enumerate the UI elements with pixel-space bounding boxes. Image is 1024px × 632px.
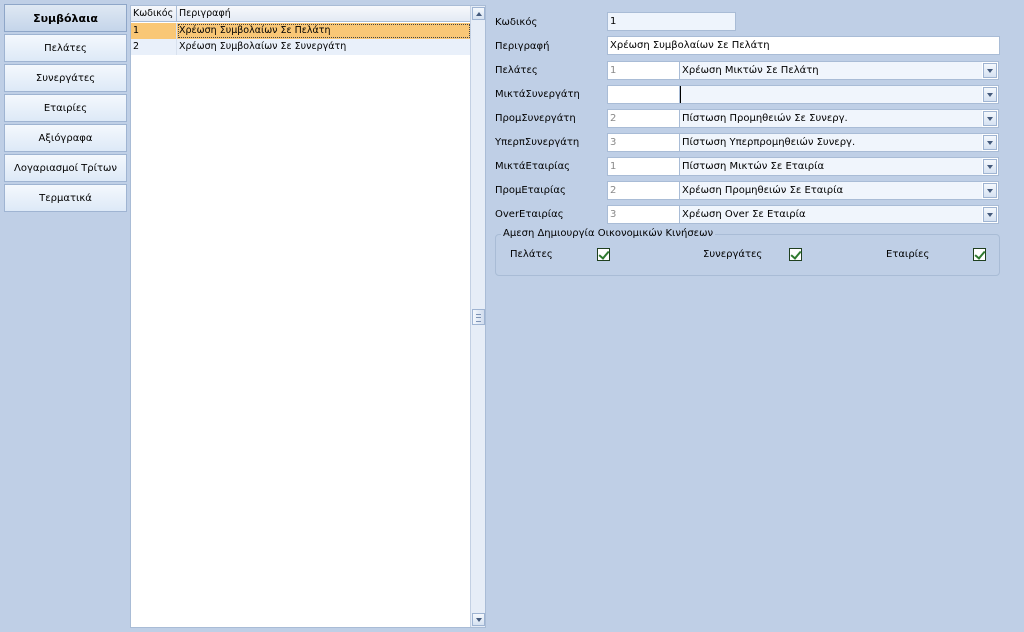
grid-header: Κωδικός Περιγραφή (131, 6, 471, 22)
records-grid: Κωδικός Περιγραφή 1 Χρέωση Συμβολαίων Σε… (130, 5, 486, 628)
scroll-down-icon[interactable] (472, 613, 485, 626)
combo-text: Χρέωση Μικτών Σε Πελάτη (680, 62, 982, 79)
column-header-code[interactable]: Κωδικός (131, 6, 177, 22)
column-header-description[interactable]: Περιγραφή (177, 6, 471, 22)
check-customers[interactable] (597, 248, 610, 261)
combo-text: Χρέωση Over Σε Εταιρία (680, 206, 982, 223)
combo-text: Χρέωση Προμηθειών Σε Εταιρία (680, 182, 982, 199)
mixed-partner-label: ΜικτάΣυνεργάτη (495, 89, 580, 100)
cell-description: Χρέωση Συμβολαίων Σε Πελάτη (177, 23, 471, 39)
commission-company-combo[interactable]: 2 Χρέωση Προμηθειών Σε Εταιρία (607, 181, 999, 200)
chevron-down-icon[interactable] (983, 87, 997, 102)
chevron-down-icon[interactable] (983, 135, 997, 150)
customers-label: Πελάτες (495, 65, 538, 76)
nav-partners[interactable]: Συνεργάτες (4, 64, 127, 92)
nav-securities[interactable]: Αξιόγραφα (4, 124, 127, 152)
nav-companies[interactable]: Εταιρίες (4, 94, 127, 122)
chevron-down-icon[interactable] (983, 159, 997, 174)
mixed-company-label: ΜικτάΕταιρίας (495, 161, 571, 172)
code-field[interactable]: 1 (607, 12, 736, 31)
commission-company-label: ΠρομΕταιρίας (495, 185, 566, 196)
table-row[interactable]: 2 Χρέωση Συμβολαίων Σε Συνεργάτη (131, 39, 471, 55)
chevron-down-icon[interactable] (983, 63, 997, 78)
commission-partner-label: ΠρομΣυνεργάτη (495, 113, 576, 124)
over-commission-partner-label: ΥπερπΣυνεργάτη (495, 137, 580, 148)
combo-code[interactable]: 1 (608, 158, 680, 175)
over-company-combo[interactable]: 3 Χρέωση Over Σε Εταιρία (607, 205, 999, 224)
mixed-company-combo[interactable]: 1 Πίστωση Μικτών Σε Εταιρία (607, 157, 999, 176)
table-row[interactable]: 1 Χρέωση Συμβολαίων Σε Πελάτη (131, 23, 471, 39)
vertical-scrollbar[interactable] (470, 6, 485, 627)
scroll-up-icon[interactable] (472, 7, 485, 20)
chevron-down-icon[interactable] (983, 207, 997, 222)
chevron-down-icon[interactable] (983, 111, 997, 126)
commission-partner-combo[interactable]: 2 Πίστωση Προμηθειών Σε Συνεργ. (607, 109, 999, 128)
combo-code[interactable]: 2 (608, 110, 680, 127)
check-partners-label: Συνεργάτες (703, 249, 763, 260)
nav-third-party-accounts[interactable]: Λογαριασμοί Τρίτων (4, 154, 127, 182)
check-companies-label: Εταιρίες (886, 249, 930, 260)
description-label: Περιγραφή (495, 41, 550, 52)
over-commission-partner-combo[interactable]: 3 Πίστωση Υπερπρομηθειών Συνεργ. (607, 133, 999, 152)
combo-text (680, 86, 982, 103)
code-label: Κωδικός (495, 17, 538, 28)
navigation-panel: Συμβόλαια Πελάτες Συνεργάτες Εταιρίες Αξ… (0, 0, 130, 632)
over-company-label: OverΕταιρίας (495, 209, 564, 220)
combo-code[interactable] (608, 86, 680, 103)
combo-text: Πίστωση Μικτών Σε Εταιρία (680, 158, 982, 175)
group-title: Αμεση Δημιουργία Οικονομικών Κινήσεων (501, 228, 716, 239)
nav-customers[interactable]: Πελάτες (4, 34, 127, 62)
customers-combo[interactable]: 1 Χρέωση Μικτών Σε Πελάτη (607, 61, 999, 80)
cell-description: Χρέωση Συμβολαίων Σε Συνεργάτη (177, 39, 471, 55)
check-customers-label: Πελάτες (510, 249, 553, 260)
mixed-partner-combo[interactable] (607, 85, 999, 104)
combo-text: Πίστωση Υπερπρομηθειών Συνεργ. (680, 134, 982, 151)
description-field[interactable]: Χρέωση Συμβολαίων Σε Πελάτη (607, 36, 1000, 55)
combo-code[interactable]: 2 (608, 182, 680, 199)
combo-code[interactable]: 3 (608, 134, 680, 151)
combo-code[interactable]: 3 (608, 206, 680, 223)
check-companies[interactable] (973, 248, 986, 261)
cell-code: 2 (131, 39, 177, 55)
nav-terminals[interactable]: Τερματικά (4, 184, 127, 212)
scroll-thumb[interactable] (472, 309, 485, 325)
combo-text: Πίστωση Προμηθειών Σε Συνεργ. (680, 110, 982, 127)
nav-contracts[interactable]: Συμβόλαια (4, 4, 127, 32)
chevron-down-icon[interactable] (983, 183, 997, 198)
combo-code[interactable]: 1 (608, 62, 680, 79)
cell-code: 1 (131, 23, 177, 39)
check-partners[interactable] (789, 248, 802, 261)
